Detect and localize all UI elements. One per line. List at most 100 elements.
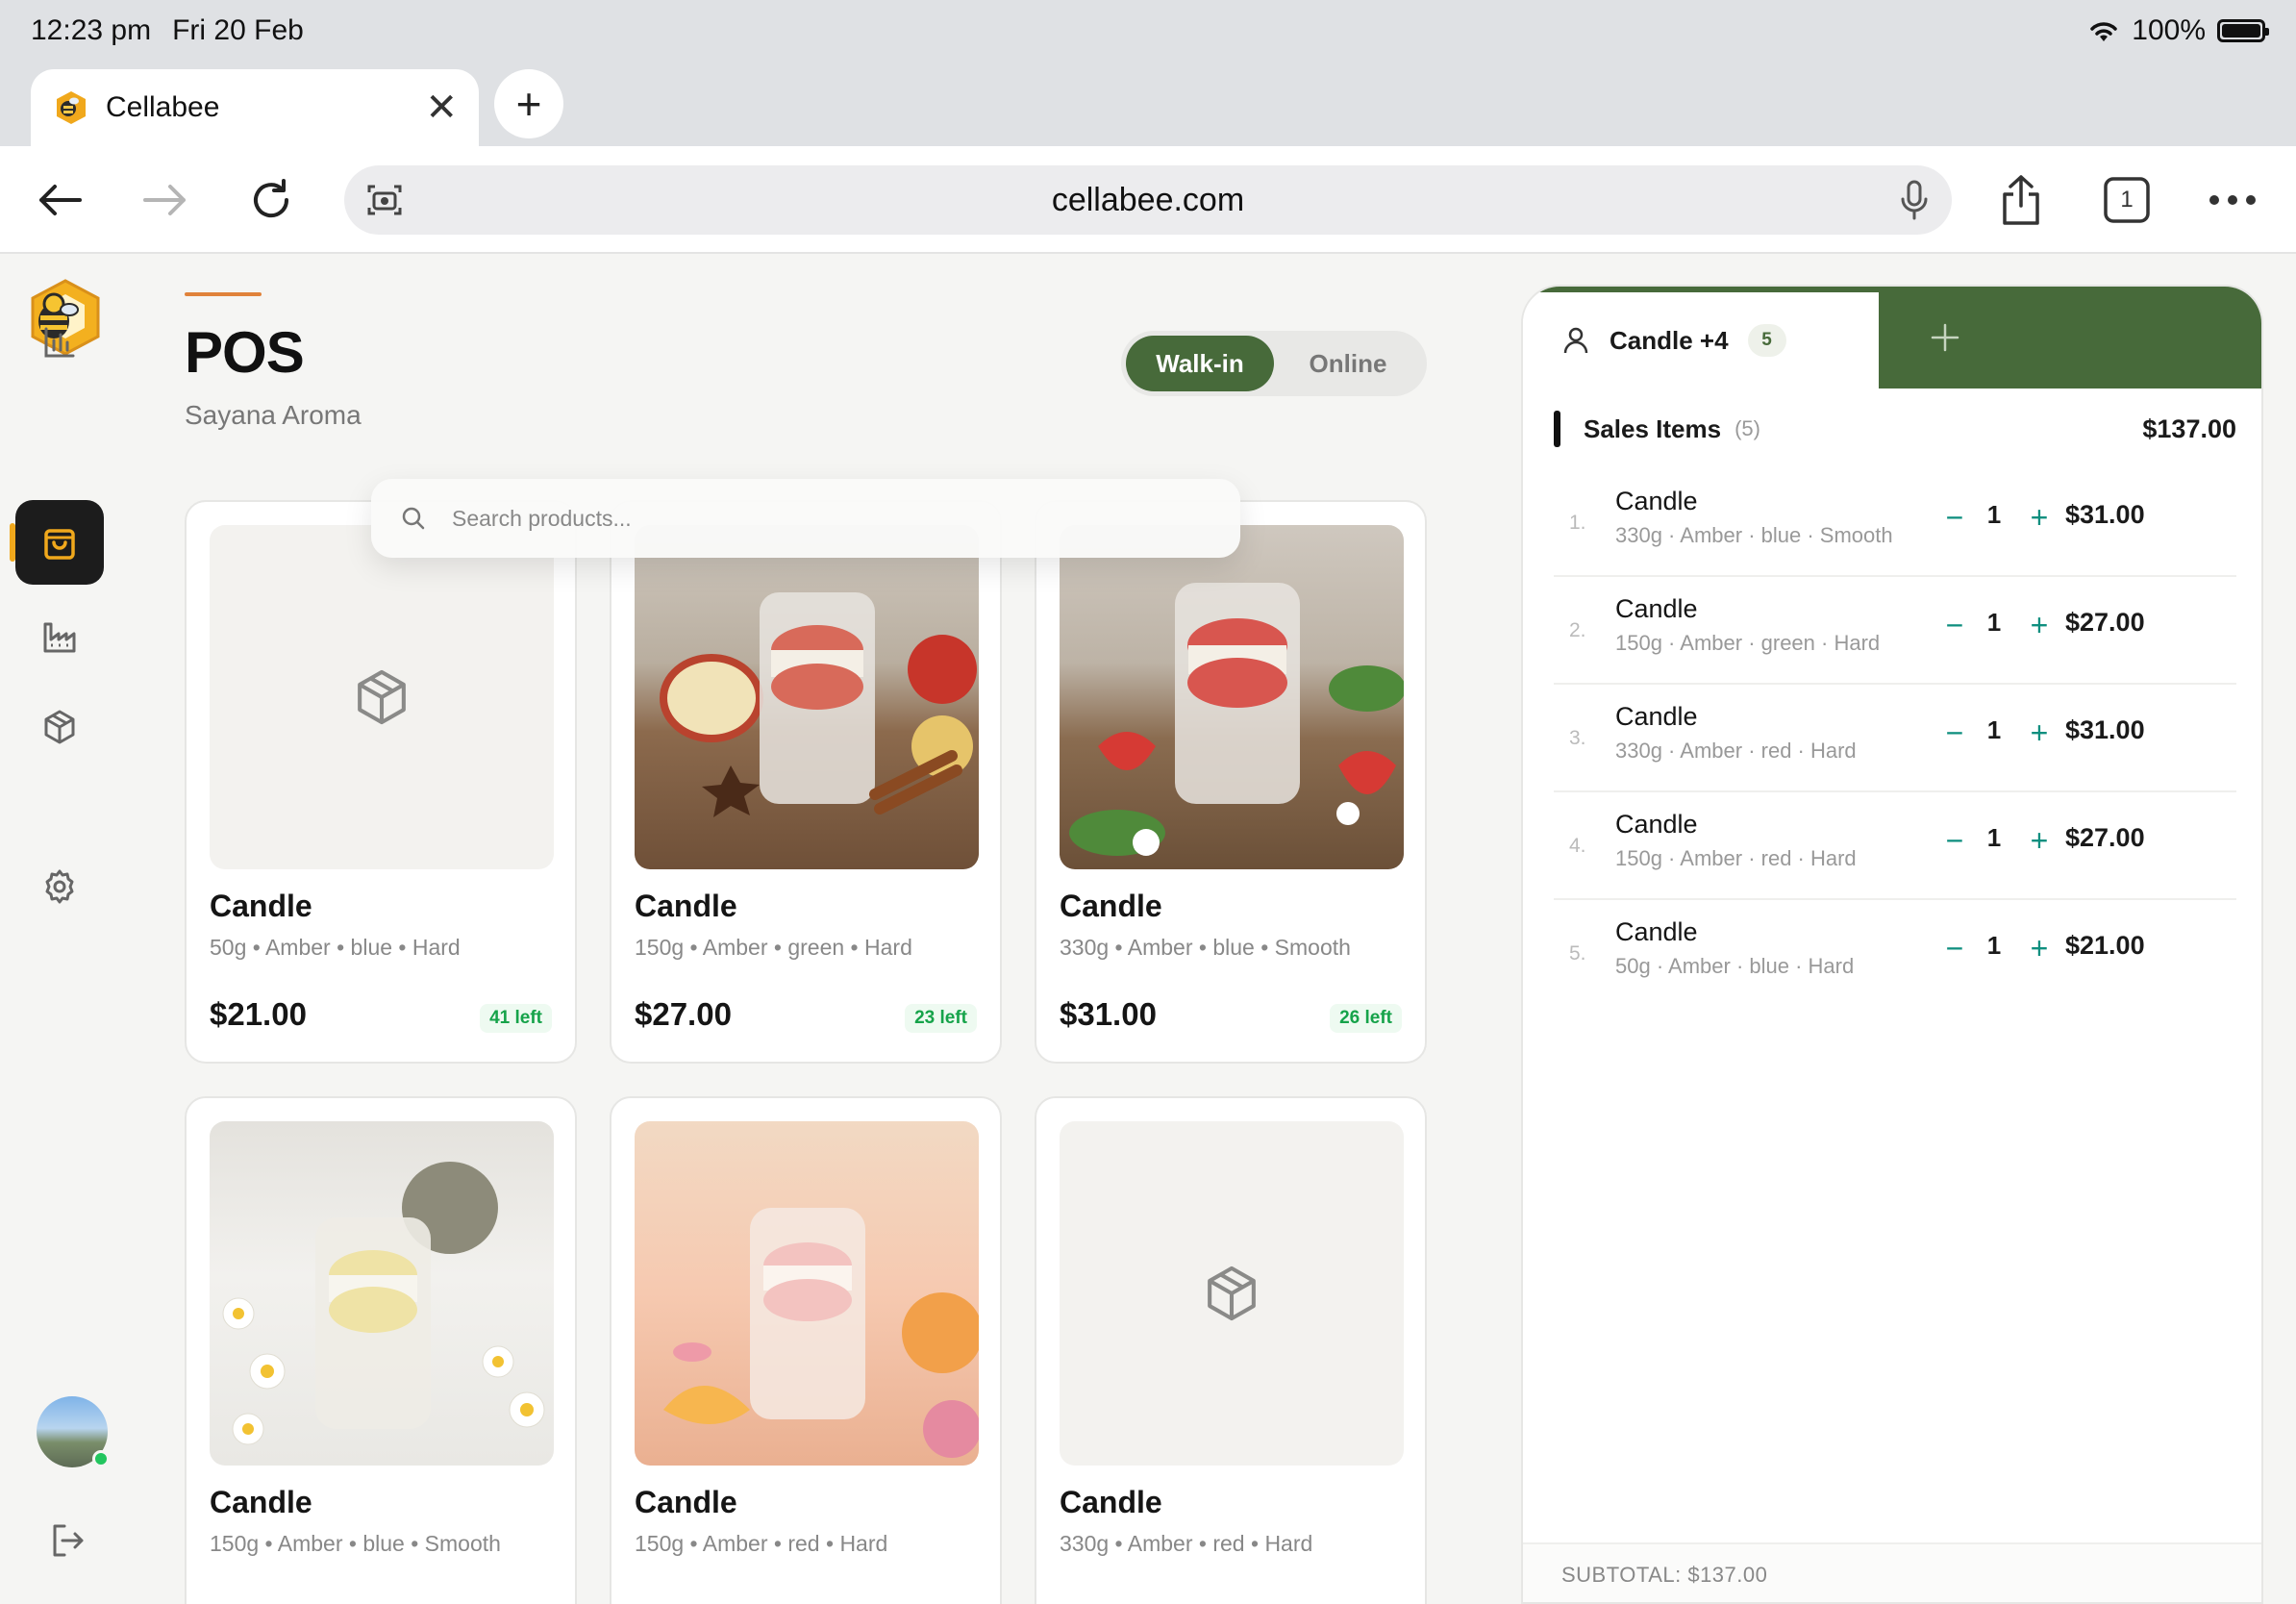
more-options-icon[interactable] bbox=[2206, 173, 2259, 227]
line-amount: $27.00 bbox=[2065, 823, 2145, 852]
product-image-placeholder bbox=[1060, 1121, 1404, 1466]
product-attributes: 150g • Amber • red • Hard bbox=[635, 1531, 888, 1556]
sidebar-item-products[interactable] bbox=[15, 685, 104, 769]
product-attributes: 150g • Amber • blue • Smooth bbox=[210, 1531, 501, 1556]
increase-qty-button[interactable]: + bbox=[2025, 714, 2054, 752]
product-search-bar[interactable]: Search products... bbox=[371, 479, 1240, 558]
sidebar-item-settings[interactable] bbox=[15, 844, 104, 929]
mode-online[interactable]: Online bbox=[1274, 336, 1422, 391]
line-name: Candle bbox=[1615, 702, 1698, 731]
share-icon[interactable] bbox=[1994, 173, 2048, 227]
product-card[interactable]: Candle 330g • Amber • blue • Smooth $31.… bbox=[1035, 500, 1427, 1064]
line-index: 3. bbox=[1569, 727, 1586, 749]
strawberry-candle-photo bbox=[1069, 583, 1404, 856]
cart-tab-label: Candle +4 bbox=[1610, 325, 1729, 355]
decrease-qty-button[interactable]: − bbox=[1940, 929, 1969, 967]
status-bar: 12:23 pm Fri 20 Feb 100% bbox=[0, 0, 2296, 62]
reload-icon[interactable] bbox=[244, 173, 298, 227]
product-attributes: 330g • Amber • blue • Smooth bbox=[1060, 935, 1351, 960]
cart-line-item[interactable]: 2. Candle 150g · Amber · green · Hard − … bbox=[1554, 577, 2236, 685]
product-card[interactable]: Candle 50g • Amber • blue • Hard $21.00 … bbox=[185, 500, 577, 1064]
cart-subtotal: SUBTOTAL: $137.00 bbox=[1523, 1542, 2261, 1602]
product-name: Candle bbox=[1060, 889, 1162, 923]
stock-badge: 26 left bbox=[1330, 1004, 1402, 1033]
line-qty: 1 bbox=[1986, 715, 2002, 744]
line-amount: $21.00 bbox=[2065, 931, 2145, 960]
plus-icon bbox=[1931, 323, 1959, 352]
line-index: 5. bbox=[1569, 942, 1586, 965]
page-menu-icon[interactable] bbox=[365, 181, 404, 219]
product-name: Candle bbox=[1060, 1485, 1162, 1519]
increase-qty-button[interactable]: + bbox=[2025, 821, 2054, 860]
gear-icon bbox=[45, 869, 74, 904]
user-icon bbox=[1563, 327, 1588, 354]
sales-items-count: (5) bbox=[1734, 416, 1760, 440]
line-qty: 1 bbox=[1986, 931, 2002, 960]
decrease-qty-button[interactable]: − bbox=[1940, 821, 1969, 860]
decrease-qty-button[interactable]: − bbox=[1940, 714, 1969, 752]
sidebar-item-pos[interactable] bbox=[10, 500, 104, 585]
cart-line-item[interactable]: 4. Candle 150g · Amber · red · Hard − 1 … bbox=[1554, 792, 2236, 900]
forward-icon[interactable] bbox=[138, 173, 192, 227]
battery-percent: 100% bbox=[2132, 14, 2206, 46]
line-index: 4. bbox=[1569, 835, 1586, 857]
url-text: cellabee.com bbox=[1051, 181, 1245, 218]
decrease-qty-button[interactable]: − bbox=[1940, 498, 1969, 537]
url-field[interactable]: cellabee.com bbox=[344, 165, 1952, 235]
sidebar-item-analytics[interactable] bbox=[15, 300, 104, 385]
cart-line-item[interactable]: 5. Candle 50g · Amber · blue · Hard − 1 … bbox=[1554, 900, 2236, 1008]
store-name: Sayana Aroma bbox=[185, 400, 362, 430]
box-icon bbox=[44, 710, 75, 744]
tab-title: Cellabee bbox=[106, 91, 220, 123]
new-tab-button[interactable]: + bbox=[494, 69, 563, 138]
line-name: Candle bbox=[1615, 594, 1698, 623]
cart-line-item[interactable]: 3. Candle 330g · Amber · red · Hard − 1 … bbox=[1554, 685, 2236, 792]
tabs-overview-button[interactable]: 1 bbox=[2100, 173, 2154, 227]
close-tab-icon[interactable]: ✕ bbox=[425, 88, 458, 127]
mode-walk-in[interactable]: Walk-in bbox=[1126, 336, 1274, 391]
product-name: Candle bbox=[635, 889, 737, 923]
cellabee-favicon-icon bbox=[57, 91, 86, 124]
search-input[interactable]: Search products... bbox=[452, 506, 632, 532]
increase-qty-button[interactable]: + bbox=[2025, 498, 2054, 537]
decrease-qty-button[interactable]: − bbox=[1940, 606, 1969, 644]
increase-qty-button[interactable]: + bbox=[2025, 606, 2054, 644]
browser-toolbar: cellabee.com 1 bbox=[0, 146, 2296, 254]
user-avatar[interactable] bbox=[37, 1396, 110, 1467]
browser-tab[interactable]: Cellabee ✕ bbox=[31, 69, 479, 146]
product-name: Candle bbox=[210, 889, 312, 923]
product-price: $31.00 bbox=[1060, 996, 1157, 1032]
status-date: Fri 20 Feb bbox=[172, 14, 304, 46]
back-icon[interactable] bbox=[33, 173, 87, 227]
wifi-icon bbox=[2090, 22, 2118, 41]
cart-panel: Candle +4 5 Sales Items (5) $137.00 1. C… bbox=[1521, 285, 2263, 1604]
product-attributes: 50g • Amber • blue • Hard bbox=[210, 935, 461, 960]
product-image bbox=[210, 1121, 554, 1466]
line-index: 2. bbox=[1569, 619, 1586, 641]
product-card[interactable]: Candle 150g • Amber • red • Hard bbox=[610, 1096, 1002, 1604]
sidebar-item-production[interactable] bbox=[15, 594, 104, 679]
line-name: Candle bbox=[1615, 810, 1698, 839]
line-qty: 1 bbox=[1986, 608, 2002, 637]
cart-tab[interactable]: Candle +4 5 bbox=[1523, 287, 1879, 388]
logout-button[interactable] bbox=[23, 1498, 112, 1583]
cart-line-item[interactable]: 1. Candle 330g · Amber · blue · Smooth −… bbox=[1554, 469, 2236, 577]
peach-rose-candle-photo bbox=[663, 1208, 979, 1458]
section-marker bbox=[1554, 411, 1560, 447]
microphone-icon[interactable] bbox=[1898, 179, 1931, 221]
product-name: Candle bbox=[210, 1485, 312, 1519]
line-amount: $31.00 bbox=[2065, 715, 2145, 744]
add-cart-button[interactable] bbox=[1879, 287, 2261, 388]
logout-icon bbox=[53, 1524, 84, 1557]
line-details: 50g · Amber · blue · Hard bbox=[1615, 954, 1855, 978]
product-card[interactable]: Candle 150g • Amber • blue • Smooth bbox=[185, 1096, 577, 1604]
line-details: 150g · Amber · red · Hard bbox=[1615, 846, 1857, 870]
product-card[interactable]: Candle 150g • Amber • green • Hard $27.0… bbox=[610, 500, 1002, 1064]
increase-qty-button[interactable]: + bbox=[2025, 929, 2054, 967]
line-name: Candle bbox=[1615, 487, 1698, 515]
sidebar bbox=[0, 256, 119, 1604]
line-details: 330g · Amber · blue · Smooth bbox=[1615, 523, 1893, 547]
product-card[interactable]: Candle 330g • Amber • red • Hard bbox=[1035, 1096, 1427, 1604]
apple-cinnamon-candle-photo bbox=[660, 592, 977, 817]
status-time: 12:23 pm bbox=[31, 14, 152, 46]
